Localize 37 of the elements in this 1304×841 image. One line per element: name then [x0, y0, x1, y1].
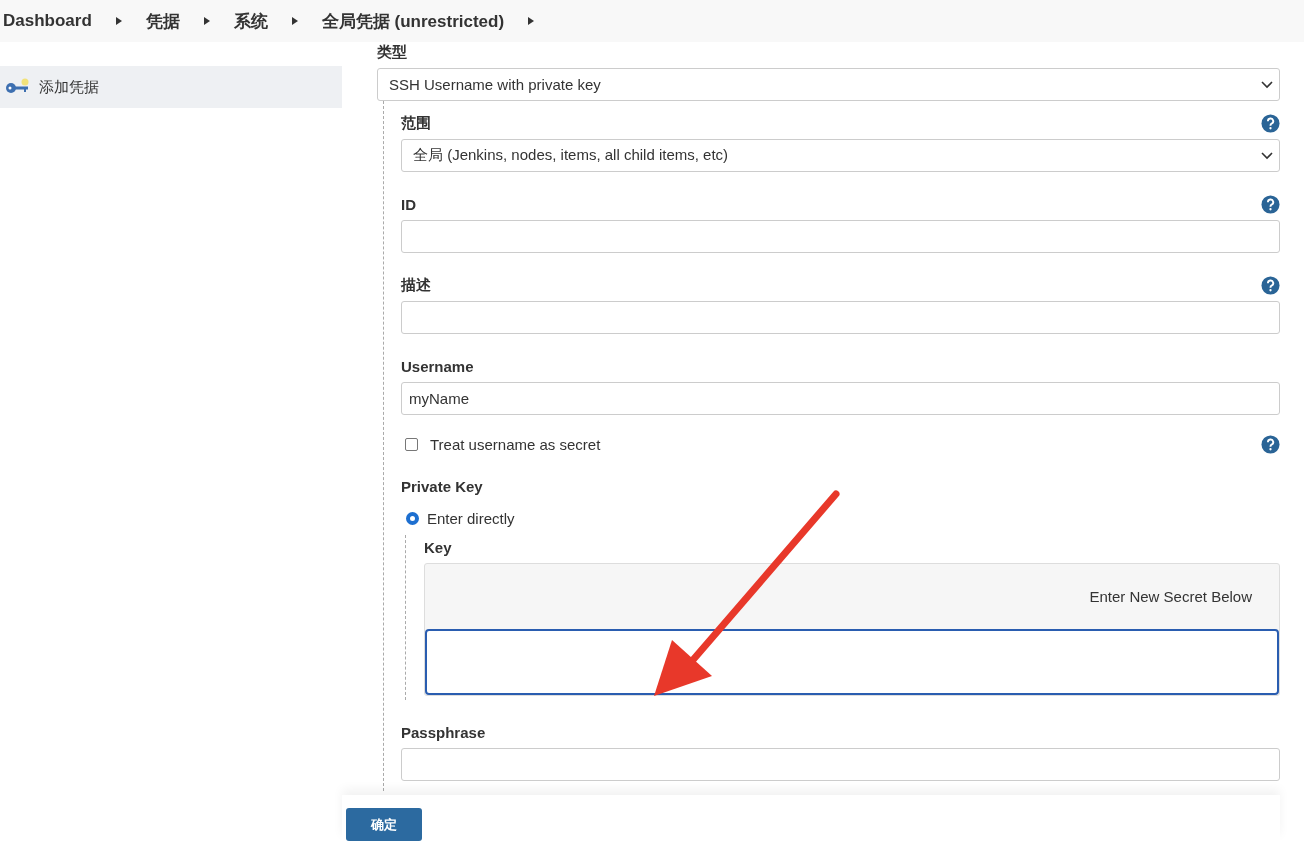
breadcrumb-link[interactable]: 凭据 [145, 9, 180, 33]
input-field[interactable] [401, 220, 1280, 253]
field-label: Private Key [401, 476, 483, 497]
field-label: Passphrase [401, 722, 486, 743]
scope-select[interactable]: 全局 (Jenkins, nodes, items, all child items, etc) [401, 139, 1280, 172]
input-field[interactable] [401, 301, 1280, 334]
key-icon [5, 78, 31, 96]
key-textarea[interactable] [425, 629, 1279, 695]
field-label: 描述 [401, 274, 431, 295]
caret-icon[interactable] [291, 17, 298, 25]
help-icon[interactable] [1261, 435, 1280, 454]
field-label: 类型 [377, 42, 408, 62]
help-icon[interactable] [1261, 113, 1280, 133]
help-icon[interactable] [1261, 275, 1280, 295]
field-label: Username [401, 356, 474, 377]
radio-button[interactable] [406, 512, 419, 525]
secret-notice: Enter New Secret Below [1088, 587, 1253, 607]
breadcrumb-link[interactable]: 系统 [233, 9, 268, 33]
type-select[interactable]: SSH Username with private key [377, 68, 1280, 101]
sidebar-item[interactable]: 添加凭据 [0, 66, 342, 108]
radio-label[interactable]: Enter directly [427, 510, 515, 527]
confirm-button[interactable]: 确定 [346, 808, 422, 841]
sidebar-label: 添加凭据 [39, 77, 99, 97]
input-field[interactable]: myName [401, 382, 1280, 415]
chevron-icon [1261, 151, 1273, 160]
checkbox[interactable] [405, 438, 418, 451]
caret-icon[interactable] [528, 17, 535, 25]
field-label: ID [401, 194, 416, 215]
caret-icon[interactable] [203, 17, 210, 25]
help-icon[interactable] [1261, 194, 1280, 214]
caret-icon[interactable] [115, 17, 122, 25]
input-field[interactable] [401, 748, 1280, 781]
field-label: Key [424, 537, 453, 558]
breadcrumb-link[interactable]: 全局凭据 (unrestricted) [321, 9, 505, 33]
breadcrumb-link[interactable]: Dashboard [3, 11, 92, 31]
chevron-icon [1261, 80, 1273, 89]
field-label: 范围 [401, 112, 431, 133]
